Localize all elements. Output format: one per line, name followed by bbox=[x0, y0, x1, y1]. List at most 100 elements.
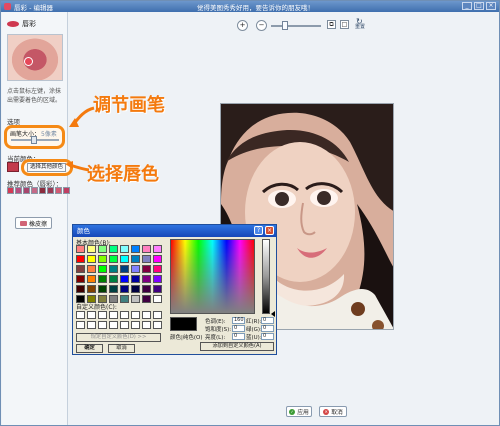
basic-color-swatch[interactable] bbox=[109, 245, 118, 253]
apply-button[interactable]: ✓ 应用 bbox=[286, 406, 312, 417]
custom-color-swatch[interactable] bbox=[142, 311, 151, 319]
custom-color-swatch[interactable] bbox=[120, 311, 129, 319]
basic-color-swatch[interactable] bbox=[87, 245, 96, 253]
zoom-in-button[interactable]: + bbox=[237, 20, 248, 31]
minimize-button[interactable]: _ bbox=[462, 2, 472, 10]
basic-color-swatch[interactable] bbox=[76, 255, 85, 263]
basic-color-swatch[interactable] bbox=[109, 265, 118, 273]
reset-button[interactable]: 重置 bbox=[353, 18, 367, 32]
basic-color-swatch[interactable] bbox=[98, 255, 107, 263]
help-button[interactable]: ? bbox=[254, 226, 263, 235]
basic-color-swatch[interactable] bbox=[120, 265, 129, 273]
pick-other-color-button[interactable]: 选择其他颜色 bbox=[27, 163, 66, 172]
basic-color-swatch[interactable] bbox=[76, 265, 85, 273]
basic-color-swatch[interactable] bbox=[131, 245, 140, 253]
recommended-color-swatch[interactable] bbox=[31, 187, 38, 194]
basic-color-swatch[interactable] bbox=[153, 275, 162, 283]
saturation-input[interactable]: 0 bbox=[232, 325, 245, 332]
basic-color-swatch[interactable] bbox=[87, 285, 96, 293]
red-input[interactable]: 0 bbox=[261, 317, 274, 324]
custom-color-swatch[interactable] bbox=[109, 311, 118, 319]
hue-input[interactable]: 160 bbox=[232, 317, 245, 324]
luminance-input[interactable]: 0 bbox=[232, 333, 245, 340]
custom-color-swatch[interactable] bbox=[142, 321, 151, 329]
basic-color-swatch[interactable] bbox=[153, 285, 162, 293]
basic-color-swatch[interactable] bbox=[131, 295, 140, 303]
basic-color-swatch[interactable] bbox=[131, 255, 140, 263]
basic-color-swatch[interactable] bbox=[142, 295, 151, 303]
add-to-custom-colors-button[interactable]: 添加到自定义颜色(A) bbox=[200, 342, 274, 351]
luminance-bar[interactable] bbox=[262, 239, 270, 314]
brush-size-knob[interactable] bbox=[31, 136, 37, 144]
basic-color-swatch[interactable] bbox=[87, 265, 96, 273]
recommended-color-swatch[interactable] bbox=[23, 187, 30, 194]
dialog-cancel-button[interactable]: 取消 bbox=[108, 344, 135, 353]
current-lip-color-swatch[interactable] bbox=[7, 162, 19, 172]
recommended-color-swatch[interactable] bbox=[63, 187, 70, 194]
basic-color-swatch[interactable] bbox=[120, 245, 129, 253]
basic-color-swatch[interactable] bbox=[98, 275, 107, 283]
eraser-button[interactable]: 橡皮擦 bbox=[15, 217, 52, 229]
custom-colors-label: 自定义颜色(C): bbox=[76, 304, 117, 311]
custom-color-swatch[interactable] bbox=[87, 321, 96, 329]
basic-color-swatch[interactable] bbox=[131, 265, 140, 273]
zoom-slider[interactable] bbox=[271, 25, 321, 27]
custom-color-swatch[interactable] bbox=[131, 321, 140, 329]
basic-color-swatch[interactable] bbox=[98, 265, 107, 273]
custom-color-swatch[interactable] bbox=[120, 321, 129, 329]
basic-color-swatch[interactable] bbox=[142, 265, 151, 273]
custom-color-swatch[interactable] bbox=[153, 321, 162, 329]
basic-color-swatch[interactable] bbox=[109, 285, 118, 293]
custom-color-swatch[interactable] bbox=[98, 321, 107, 329]
basic-color-swatch[interactable] bbox=[120, 255, 129, 263]
recommended-color-swatch[interactable] bbox=[15, 187, 22, 194]
cancel-button[interactable]: ✕ 取消 bbox=[319, 406, 347, 417]
basic-color-swatch[interactable] bbox=[131, 285, 140, 293]
recommended-color-swatch[interactable] bbox=[47, 187, 54, 194]
basic-color-swatch[interactable] bbox=[87, 255, 96, 263]
basic-color-swatch[interactable] bbox=[120, 285, 129, 293]
basic-color-swatch[interactable] bbox=[98, 285, 107, 293]
custom-color-swatch[interactable] bbox=[131, 311, 140, 319]
zoom-out-button[interactable]: − bbox=[256, 20, 267, 31]
basic-color-swatch[interactable] bbox=[76, 275, 85, 283]
basic-color-swatch[interactable] bbox=[142, 255, 151, 263]
basic-color-swatch[interactable] bbox=[109, 255, 118, 263]
custom-color-swatch[interactable] bbox=[76, 311, 85, 319]
title-bar: 唇彩 - 编辑器 觉得美图秀秀好用，要告诉你的朋友哦！ _ □ × bbox=[1, 1, 499, 12]
basic-color-swatch[interactable] bbox=[76, 245, 85, 253]
basic-color-swatch[interactable] bbox=[142, 275, 151, 283]
basic-color-swatch[interactable] bbox=[120, 275, 129, 283]
custom-color-swatch[interactable] bbox=[98, 311, 107, 319]
color-spectrum[interactable] bbox=[170, 239, 255, 314]
basic-color-swatch[interactable] bbox=[142, 245, 151, 253]
basic-color-swatch[interactable] bbox=[153, 245, 162, 253]
recommended-color-swatch[interactable] bbox=[55, 187, 62, 194]
actual-size-button[interactable]: □ bbox=[340, 20, 349, 29]
basic-color-swatch[interactable] bbox=[153, 295, 162, 303]
basic-color-swatch[interactable] bbox=[131, 275, 140, 283]
custom-color-swatch[interactable] bbox=[76, 321, 85, 329]
maximize-button[interactable]: □ bbox=[474, 2, 484, 10]
recommended-color-swatch[interactable] bbox=[39, 187, 46, 194]
define-custom-colors-button[interactable]: 规定自定义颜色(D) >> bbox=[76, 333, 161, 342]
basic-color-swatch[interactable] bbox=[120, 295, 129, 303]
custom-color-swatch[interactable] bbox=[109, 321, 118, 329]
basic-color-swatch[interactable] bbox=[87, 275, 96, 283]
ok-button[interactable]: 确定 bbox=[76, 344, 103, 353]
close-button[interactable]: × bbox=[486, 2, 496, 10]
recommended-color-swatch[interactable] bbox=[7, 187, 14, 194]
basic-color-swatch[interactable] bbox=[153, 255, 162, 263]
custom-color-swatch[interactable] bbox=[87, 311, 96, 319]
zoom-slider-knob[interactable] bbox=[282, 21, 288, 30]
basic-color-swatch[interactable] bbox=[153, 265, 162, 273]
basic-color-swatch[interactable] bbox=[109, 275, 118, 283]
custom-color-swatch[interactable] bbox=[153, 311, 162, 319]
green-input[interactable]: 0 bbox=[261, 325, 274, 332]
basic-color-swatch[interactable] bbox=[142, 285, 151, 293]
basic-color-swatch[interactable] bbox=[98, 245, 107, 253]
blue-input[interactable]: 0 bbox=[261, 333, 274, 340]
fit-window-button[interactable]: ⧉ bbox=[327, 20, 336, 29]
basic-color-swatch[interactable] bbox=[76, 285, 85, 293]
dialog-close-button[interactable]: × bbox=[265, 226, 274, 235]
